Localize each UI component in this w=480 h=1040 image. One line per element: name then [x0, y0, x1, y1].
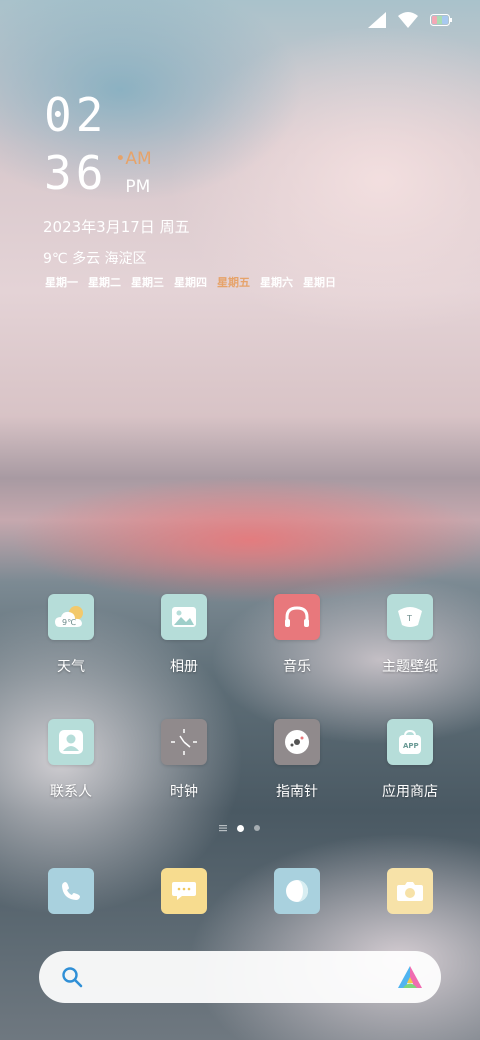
signal-icon [368, 12, 386, 28]
app-label: 联系人 [50, 784, 92, 800]
weekday-mon: 星期一 [45, 276, 78, 289]
music-icon [274, 594, 320, 640]
weekday-wed: 星期三 [131, 276, 164, 289]
weekday-strip: 星期一 星期二 星期三 星期四 星期五 星期六 星期日 [45, 274, 336, 290]
dock-phone[interactable] [48, 868, 94, 914]
gallery-icon [161, 594, 207, 640]
app-label: 应用商店 [382, 784, 438, 800]
weekday-tue: 星期二 [88, 276, 121, 289]
clock-icon [161, 719, 207, 765]
weather-summary[interactable]: 9℃ 多云 海淀区 [43, 248, 147, 268]
status-bar [368, 8, 452, 32]
app-label: 时钟 [170, 784, 198, 800]
app-theme[interactable]: T 主题壁纸 [355, 594, 465, 676]
app-store[interactable]: APP 应用商店 [355, 719, 465, 801]
camera-icon [387, 868, 433, 914]
app-label: 天气 [57, 659, 85, 675]
contacts-icon [48, 719, 94, 765]
phone-icon [48, 868, 94, 914]
dock-camera[interactable] [387, 868, 433, 914]
am-indicator: •AM [115, 149, 152, 169]
app-contacts[interactable]: 联系人 [16, 719, 126, 801]
clock-minute: 36 [44, 146, 108, 200]
battery-icon [430, 14, 452, 26]
assistant-logo-icon[interactable] [397, 965, 423, 989]
app-label: 相册 [170, 659, 198, 675]
weekday-sun: 星期日 [303, 276, 336, 289]
compass-icon [274, 719, 320, 765]
weather-location: 海淀区 [104, 251, 147, 267]
app-store-icon-text: APP [403, 742, 419, 750]
weather-icon-temp: 9℃ [62, 618, 76, 627]
svg-text:T: T [406, 614, 412, 623]
search-icon[interactable] [61, 966, 83, 988]
weekday-fri: 星期五 [217, 276, 250, 289]
app-weather[interactable]: 9℃ 天气 [16, 594, 126, 676]
app-clock[interactable]: 时钟 [129, 719, 239, 801]
page-indicator[interactable] [219, 824, 260, 832]
dock-message[interactable] [161, 868, 207, 914]
message-icon [161, 868, 207, 914]
app-compass[interactable]: 指南针 [242, 719, 352, 801]
weather-temp: 9℃ [43, 251, 68, 267]
weather-icon: 9℃ [48, 594, 94, 640]
browser-icon [274, 868, 320, 914]
app-label: 主题壁纸 [382, 659, 438, 675]
app-label: 指南针 [276, 784, 318, 800]
weekday-sat: 星期六 [260, 276, 293, 289]
weather-condition: 多云 [72, 251, 101, 267]
theme-icon: T [387, 594, 433, 640]
app-store-icon: APP [387, 719, 433, 765]
pm-indicator: PM [125, 177, 151, 197]
app-music[interactable]: 音乐 [242, 594, 352, 676]
app-label: 音乐 [283, 659, 311, 675]
page-dot-active [237, 824, 244, 832]
dock-browser[interactable] [274, 868, 320, 914]
weekday-thu: 星期四 [174, 276, 207, 289]
search-bar[interactable] [39, 951, 441, 1003]
page-dot [254, 825, 260, 831]
wifi-icon [398, 12, 418, 28]
date-label: 2023年3月17日 周五 [43, 218, 190, 236]
menu-lines-icon [219, 825, 227, 832]
clock-widget[interactable]: 02 36 •AM PM [44, 88, 152, 200]
app-gallery[interactable]: 相册 [129, 594, 239, 676]
clock-hour: 02 [44, 88, 108, 142]
